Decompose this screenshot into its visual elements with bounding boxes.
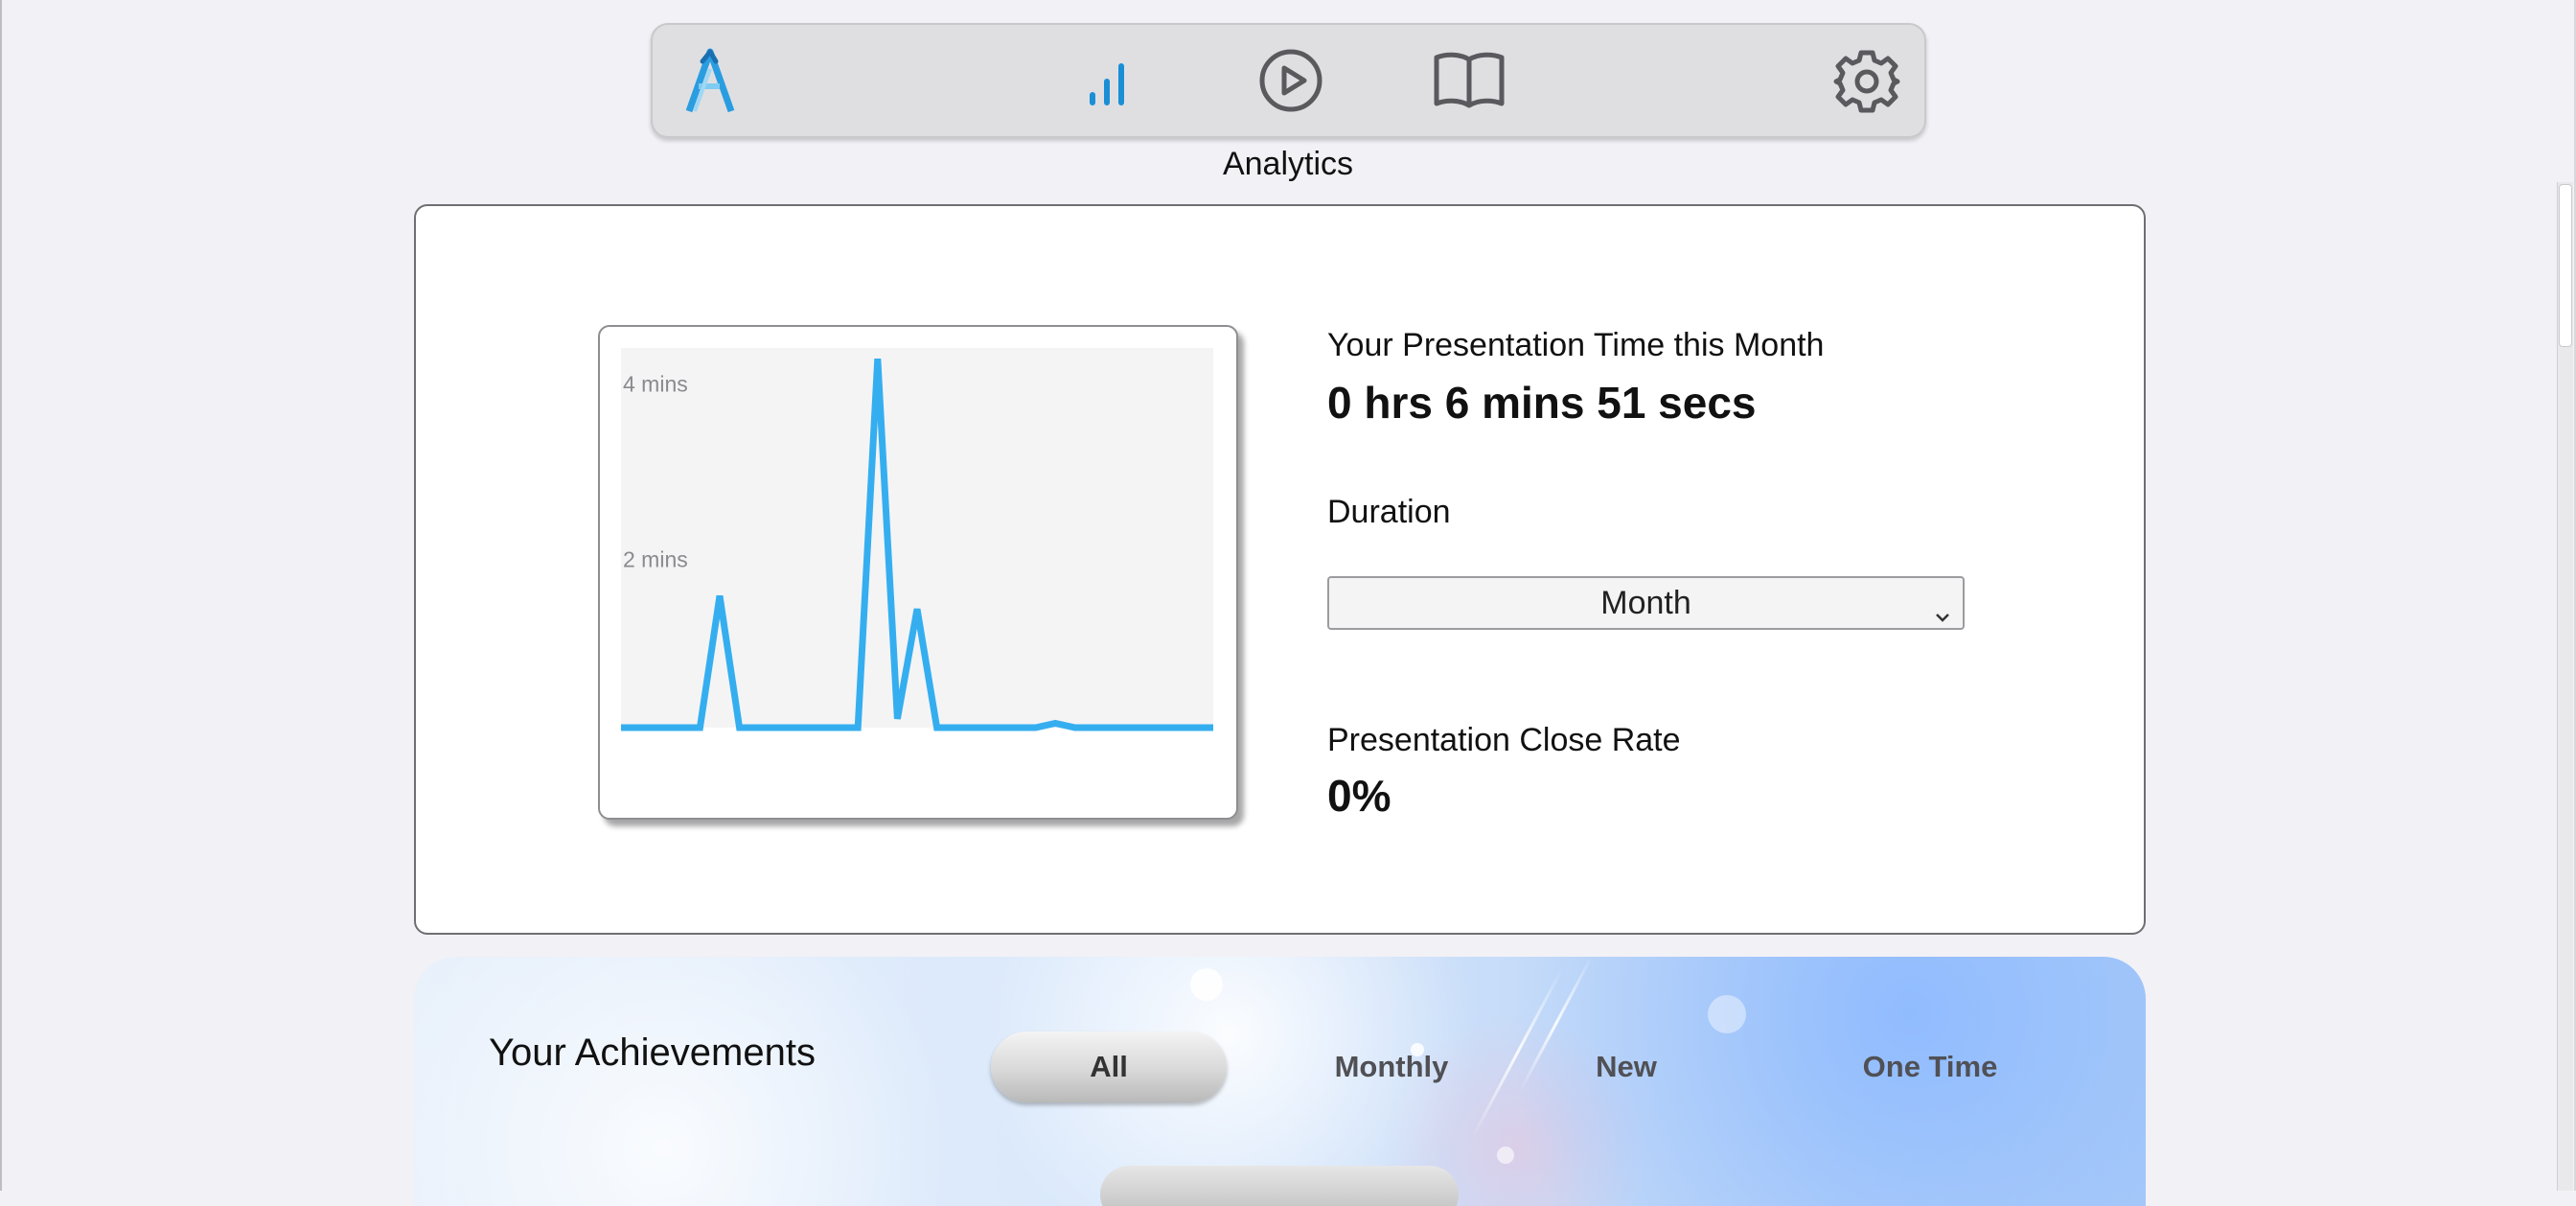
close-rate-label: Presentation Close Rate	[1327, 722, 1681, 758]
duration-select[interactable]: Month	[1327, 576, 1965, 630]
play-icon[interactable]	[1254, 44, 1327, 117]
analytics-card: 4 mins 2 mins Your Presentation Time this…	[414, 204, 2146, 935]
book-icon[interactable]	[1429, 44, 1509, 117]
page-title: Analytics	[1222, 146, 1354, 182]
duration-label: Duration	[1327, 494, 1451, 530]
analytics-icon[interactable]	[1070, 44, 1143, 117]
chart-canvas: 4 mins 2 mins	[621, 348, 1213, 731]
achievement-item-peek[interactable]	[1100, 1166, 1459, 1206]
y-tick-label: 4 mins	[623, 371, 688, 396]
duration-selected-value: Month	[1600, 584, 1691, 621]
achievements-title: Your Achievements	[489, 1032, 816, 1074]
achievements-card: Your Achievements All Monthly New One Ti…	[414, 957, 2146, 1206]
gear-icon[interactable]	[1829, 44, 1904, 119]
presentation-time-chart: 4 mins 2 mins	[598, 325, 1238, 820]
close-rate-value: 0%	[1327, 771, 1392, 821]
presentation-time-value: 0 hrs 6 mins 51 secs	[1327, 378, 1757, 428]
bokeh-decoration	[1497, 1147, 1514, 1164]
chevron-down-icon	[1934, 595, 1951, 633]
top-nav-bar	[651, 23, 1926, 138]
scrollbar-thumb[interactable]	[2559, 184, 2572, 347]
app-logo-icon[interactable]	[681, 44, 739, 117]
tab-one-time[interactable]: One Time	[1815, 1032, 2045, 1102]
tab-all[interactable]: All	[991, 1032, 1227, 1102]
bokeh-decoration	[1190, 968, 1223, 1001]
tab-new[interactable]: New	[1535, 1032, 1717, 1102]
presentation-time-label: Your Presentation Time this Month	[1327, 327, 1825, 363]
y-tick-label: 2 mins	[623, 547, 688, 572]
bokeh-decoration	[1708, 995, 1746, 1033]
tab-monthly[interactable]: Monthly	[1276, 1032, 1506, 1102]
